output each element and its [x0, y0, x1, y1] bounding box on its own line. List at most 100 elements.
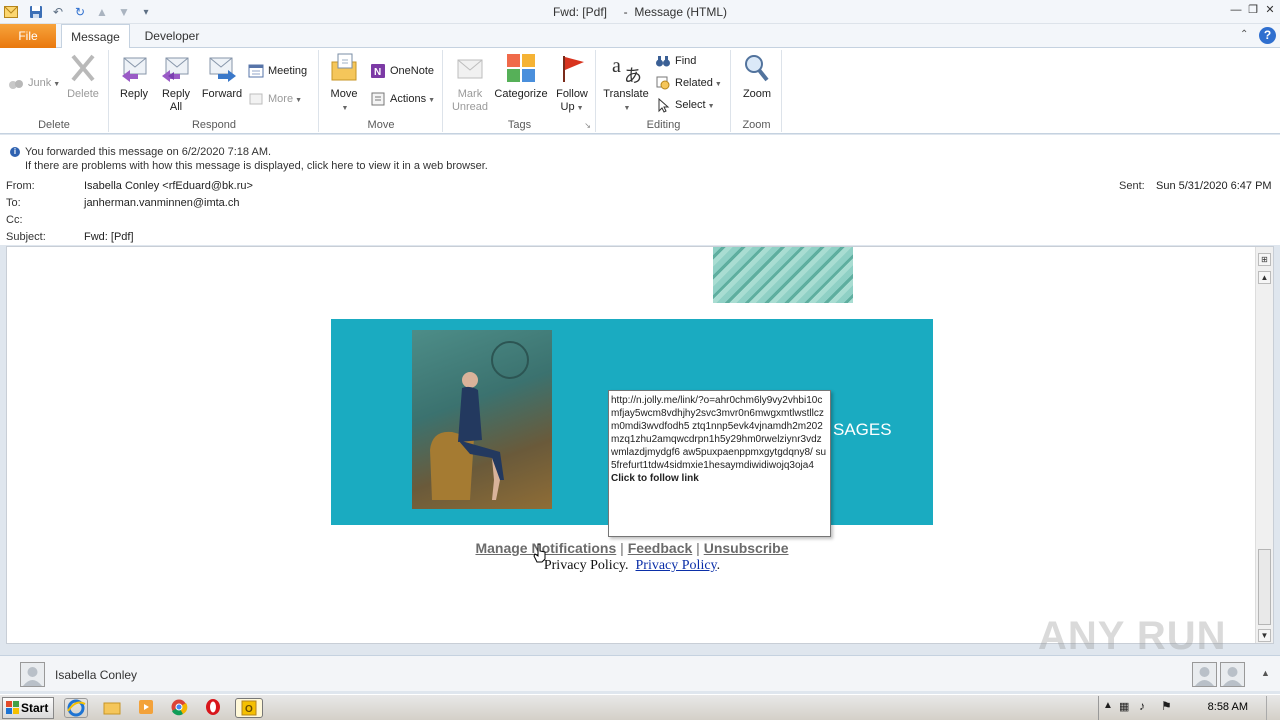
- action-center-flag-icon[interactable]: ⚑: [1161, 699, 1172, 713]
- reply-all-icon: [160, 52, 192, 84]
- close-icon[interactable]: ✕: [1262, 2, 1278, 18]
- watermark: ANY RUN: [1038, 614, 1227, 658]
- tab-file[interactable]: File: [0, 24, 56, 48]
- restore-icon[interactable]: ❐: [1245, 2, 1261, 18]
- from-value[interactable]: Isabella Conley <rfEduard@bk.ru>: [84, 180, 253, 192]
- chrome-icon[interactable]: [168, 698, 192, 718]
- forward-icon: [206, 52, 238, 84]
- info-icon: i: [10, 147, 20, 157]
- sent-label: Sent:: [1119, 180, 1145, 192]
- group-tags: Mark Unread Categorize Follow Up ▼ Tags ↘: [444, 50, 596, 132]
- show-hidden-icons-icon[interactable]: ▲: [1103, 700, 1113, 711]
- follow-up-button[interactable]: Follow Up ▼: [552, 52, 592, 115]
- subject-label: Subject:: [6, 231, 46, 243]
- forwarded-notice: You forwarded this message on 6/2/2020 7…: [25, 146, 272, 158]
- footer-links: Manage Notifications | Feedback | Unsubs…: [331, 540, 933, 556]
- mark-unread-label-2: Unread: [451, 101, 489, 113]
- network-icon[interactable]: ▦: [1119, 700, 1129, 713]
- cc-label: Cc:: [6, 214, 23, 226]
- onenote-button[interactable]: N OneNote: [370, 62, 434, 80]
- start-button[interactable]: Start: [2, 697, 54, 719]
- explorer-folder-icon[interactable]: [101, 698, 125, 718]
- delete-label: Delete: [67, 88, 99, 100]
- select-button[interactable]: Select ▼: [655, 96, 715, 114]
- translate-icon: aあ: [610, 52, 642, 87]
- woman-photo[interactable]: [412, 330, 552, 509]
- clock[interactable]: 8:58 AM: [1208, 701, 1248, 713]
- magnifier-icon: [741, 52, 773, 84]
- mark-unread-button[interactable]: Mark Unread: [448, 52, 492, 114]
- scrollbar-thumb[interactable]: [1258, 549, 1271, 625]
- svg-text:N: N: [374, 67, 381, 78]
- start-label: Start: [21, 701, 49, 715]
- scroll-down-icon[interactable]: ▼: [1258, 629, 1271, 642]
- reply-icon: [118, 52, 150, 84]
- tab-developer[interactable]: Developer: [136, 24, 208, 48]
- svg-text:あ: あ: [624, 66, 642, 84]
- taskbar: Start O ▲ ▦ ♪ ⚑ 8:58 AM: [0, 694, 1280, 720]
- tooltip-url: http://n.jolly.me/link/?o=ahr0chm6ly9vy2…: [611, 395, 827, 471]
- more-respond-button[interactable]: More ▼: [248, 90, 302, 108]
- tab-message[interactable]: Message: [61, 24, 130, 49]
- svg-text:O: O: [245, 704, 253, 715]
- vertical-scrollbar[interactable]: ⊞ ▲ ▼: [1255, 247, 1273, 643]
- view-in-browser-notice[interactable]: If there are problems with how this mess…: [25, 160, 488, 172]
- group-respond: Reply Reply All Forward Meeting More ▼ Re…: [110, 50, 319, 132]
- forward-button[interactable]: Forward: [200, 52, 244, 101]
- link-tooltip: http://n.jolly.me/link/?o=ahr0chm6ly9vy2…: [608, 390, 831, 537]
- help-icon[interactable]: ?: [1259, 27, 1276, 44]
- delete-x-icon: [67, 52, 99, 84]
- group-label-editing: Editing: [646, 119, 681, 131]
- contact-avatar-icon[interactable]: [1192, 662, 1217, 687]
- translate-button[interactable]: aあ Translate ▼: [601, 52, 651, 115]
- contact-avatar-icon[interactable]: [1220, 662, 1245, 687]
- forward-label: Forward: [201, 88, 243, 100]
- binoculars-icon: [655, 53, 671, 69]
- privacy-policy-link[interactable]: Privacy Policy: [636, 558, 717, 573]
- privacy-text: Privacy Policy.: [543, 558, 629, 573]
- group-label-respond: Respond: [191, 119, 237, 131]
- find-button[interactable]: Find: [655, 52, 696, 70]
- reply-all-button[interactable]: Reply All: [156, 52, 196, 114]
- expand-people-pane-icon[interactable]: ▲: [1261, 668, 1270, 678]
- media-player-icon[interactable]: [135, 698, 159, 718]
- meeting-label: Meeting: [268, 65, 308, 77]
- reply-button[interactable]: Reply: [116, 52, 152, 101]
- mark-unread-icon: [454, 52, 486, 84]
- show-desktop-button[interactable]: [1266, 696, 1280, 720]
- tooltip-hint: Click to follow link: [611, 473, 699, 484]
- opera-icon[interactable]: [202, 698, 226, 718]
- footer-separator: |: [620, 540, 624, 556]
- to-value[interactable]: janherman.vanminnen@imta.ch: [84, 197, 239, 209]
- unsubscribe-link[interactable]: Unsubscribe: [704, 540, 789, 556]
- mark-unread-label-1: Mark: [457, 88, 483, 100]
- move-button[interactable]: Move ▼: [326, 52, 362, 115]
- meeting-button[interactable]: Meeting: [248, 62, 307, 80]
- scroll-up-icon[interactable]: ▲: [1258, 271, 1271, 284]
- feedback-link[interactable]: Feedback: [628, 540, 693, 556]
- delete-button[interactable]: Delete: [62, 52, 104, 101]
- categorize-button[interactable]: Categorize: [494, 52, 548, 101]
- categorize-label: Categorize: [494, 88, 548, 100]
- people-pane: Isabella Conley ▲: [0, 655, 1280, 691]
- reply-all-label-2: All: [169, 101, 183, 113]
- group-zoom: Zoom Zoom: [732, 50, 782, 132]
- zoom-button[interactable]: Zoom: [738, 52, 776, 101]
- minimize-icon[interactable]: —: [1228, 2, 1244, 18]
- actions-button[interactable]: Actions ▼: [370, 90, 435, 108]
- scrollbar-menu-icon[interactable]: ⊞: [1258, 253, 1271, 266]
- related-button[interactable]: Related ▼: [655, 74, 722, 92]
- collapse-ribbon-icon[interactable]: ⌃: [1240, 29, 1248, 40]
- junk-button[interactable]: Junk ▼: [8, 74, 60, 92]
- from-label: From:: [6, 180, 35, 192]
- window-title: Fwd: [Pdf] - Message (HTML): [552, 5, 728, 19]
- group-delete: Junk ▼ Delete Delete: [0, 50, 109, 132]
- onenote-label: OneNote: [390, 65, 435, 77]
- volume-icon[interactable]: ♪: [1139, 699, 1145, 713]
- outlook-taskbar-icon[interactable]: O: [235, 698, 263, 718]
- avatar[interactable]: [20, 662, 45, 687]
- footer-separator: |: [696, 540, 700, 556]
- ie-icon[interactable]: [64, 698, 88, 718]
- tags-dialog-launcher-icon[interactable]: ↘: [584, 121, 591, 130]
- people-name[interactable]: Isabella Conley: [55, 668, 137, 682]
